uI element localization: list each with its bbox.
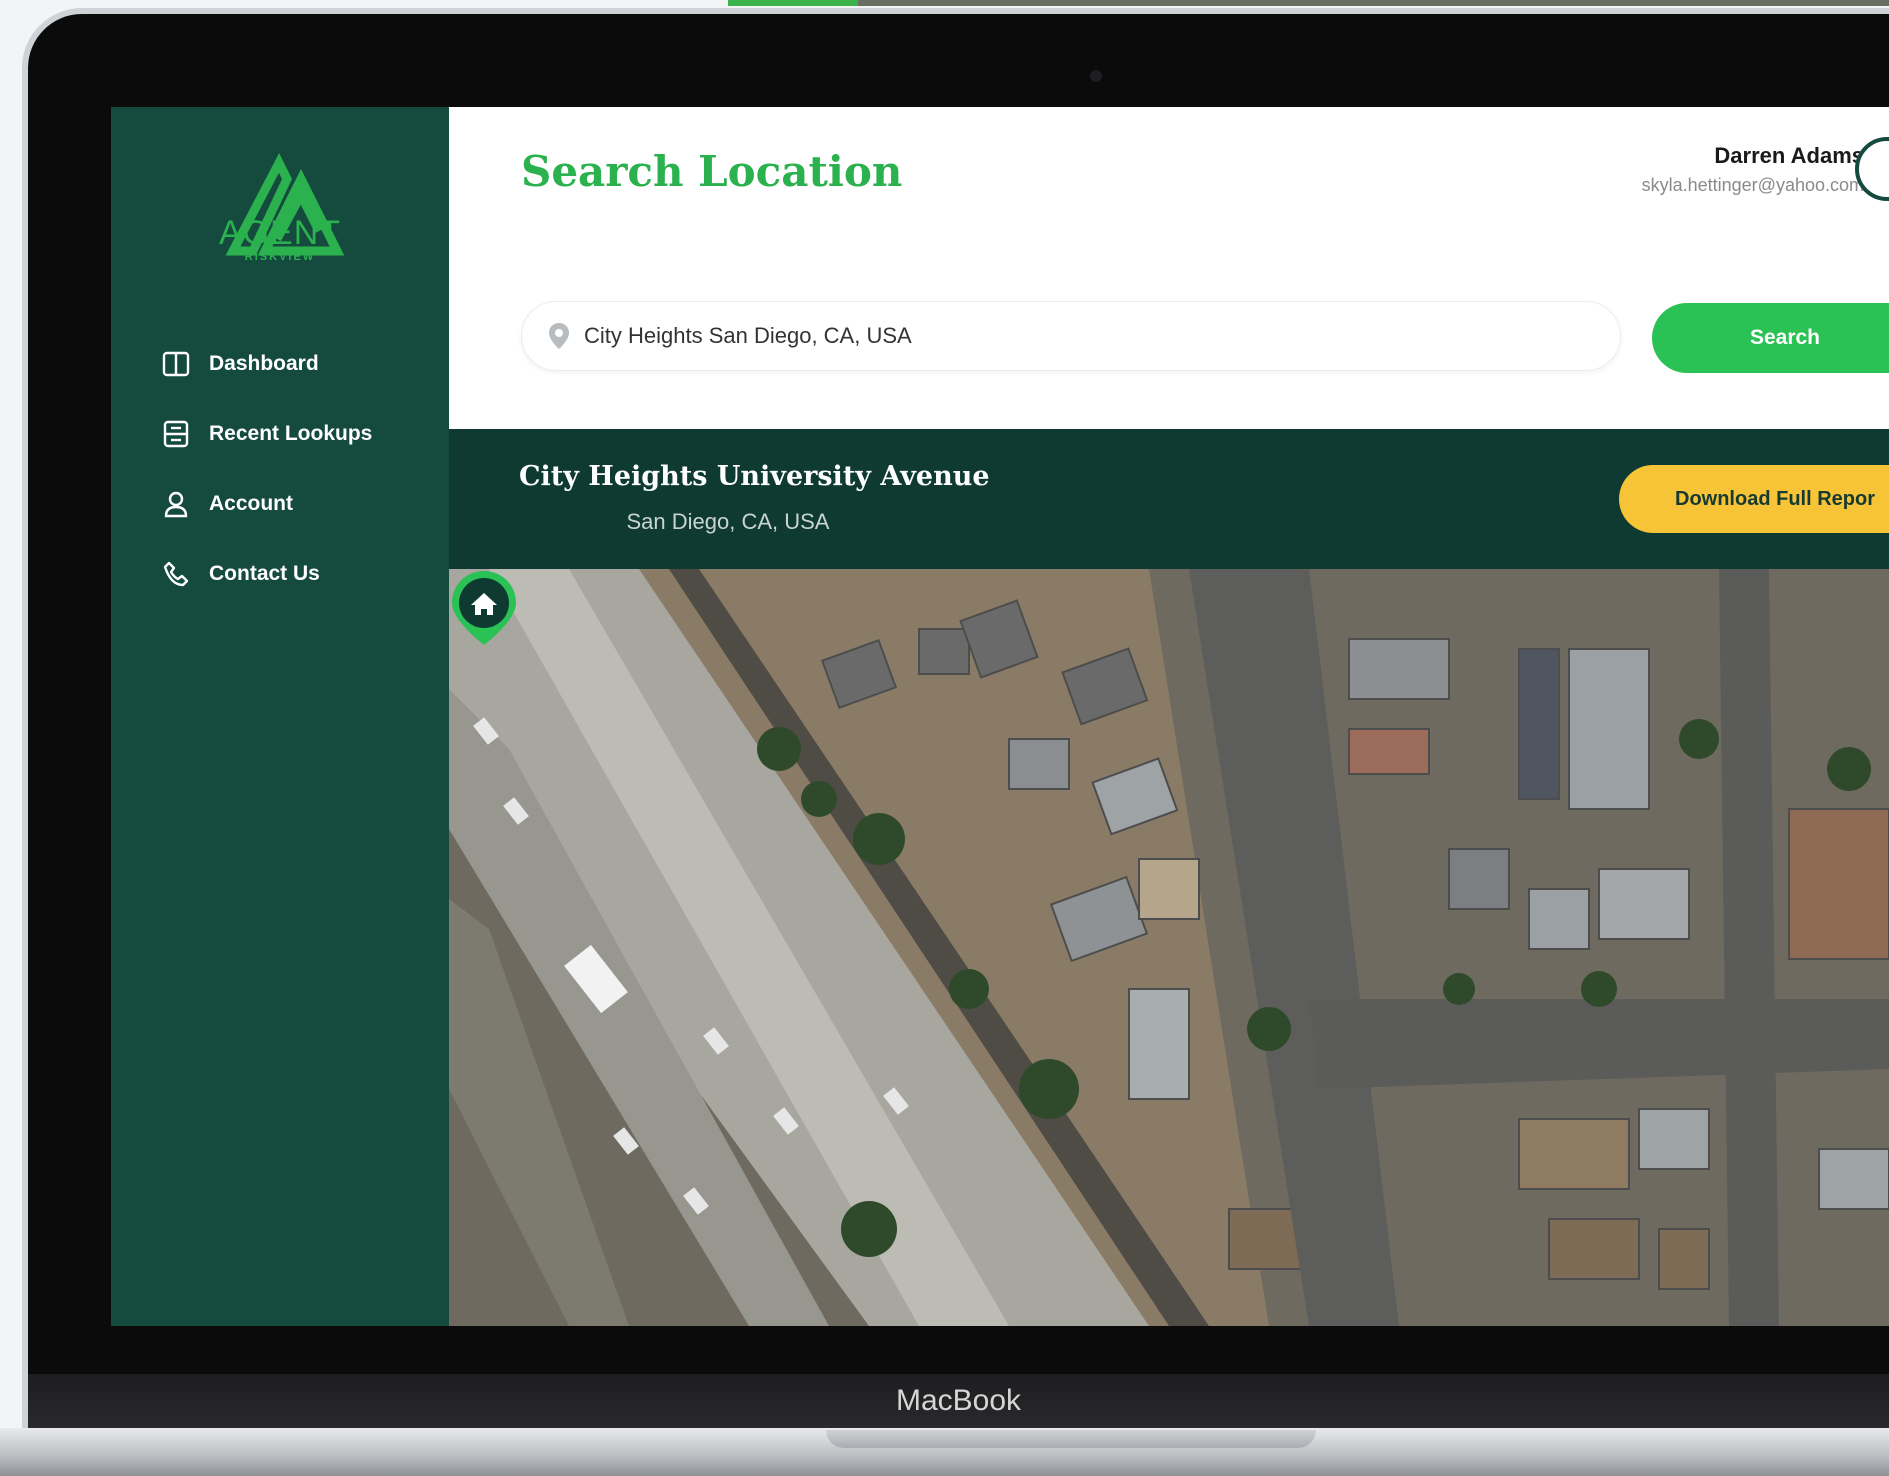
app-screen: AGENT RISKVIEW Dashboard Recent Lookups …	[111, 107, 1889, 1326]
location-pin-icon	[549, 323, 569, 349]
download-report-button[interactable]: Download Full Repor	[1619, 465, 1889, 533]
main-content: Search Location Darren Adams skyla.hetti…	[449, 107, 1889, 1326]
search-button[interactable]: Search	[1652, 303, 1889, 373]
sidebar-item-label: Account	[209, 492, 293, 515]
sidebar-item-label: Contact Us	[209, 562, 320, 585]
search-field	[521, 301, 1621, 371]
logo-main: AGENT	[218, 214, 342, 252]
sidebar-item-account[interactable]: Account	[161, 469, 372, 539]
sidebar-item-contact-us[interactable]: Contact Us	[161, 539, 372, 609]
device-label: MacBook	[895, 1384, 1022, 1417]
page-title: Search Location	[521, 147, 903, 196]
user-icon	[164, 491, 188, 518]
search-input[interactable]	[582, 322, 1486, 350]
logo-sub: RISKVIEW	[244, 251, 316, 263]
user-name: Darren Adams	[1714, 143, 1864, 168]
location-subtitle: San Diego, CA, USA	[626, 509, 830, 534]
satellite-map[interactable]	[449, 569, 1889, 1326]
columns-icon	[162, 351, 190, 377]
sidebar-item-label: Recent Lookups	[209, 422, 373, 445]
background-photo-strip	[728, 0, 1889, 6]
sidebar-nav: Dashboard Recent Lookups Account Contact…	[161, 329, 372, 609]
phone-icon	[163, 561, 189, 587]
home-marker-icon[interactable]	[449, 569, 519, 649]
laptop-notch	[826, 1430, 1316, 1448]
sidebar-item-dashboard[interactable]: Dashboard	[161, 329, 372, 399]
camera	[1090, 70, 1102, 82]
sidebar: AGENT RISKVIEW Dashboard Recent Lookups …	[111, 107, 449, 1326]
sidebar-item-label: Dashboard	[209, 352, 319, 375]
laptop-chin: MacBook	[28, 1374, 1889, 1430]
logo-text: AGENT RISKVIEW	[111, 215, 449, 263]
location-title: City Heights University Avenue	[519, 461, 990, 492]
list-icon	[163, 420, 189, 448]
user-email: skyla.hettinger@yahoo.com	[1641, 175, 1864, 195]
sidebar-item-recent-lookups[interactable]: Recent Lookups	[161, 399, 372, 469]
location-bar: City Heights University Avenue San Diego…	[449, 429, 1889, 569]
map-imagery	[449, 569, 1889, 1326]
